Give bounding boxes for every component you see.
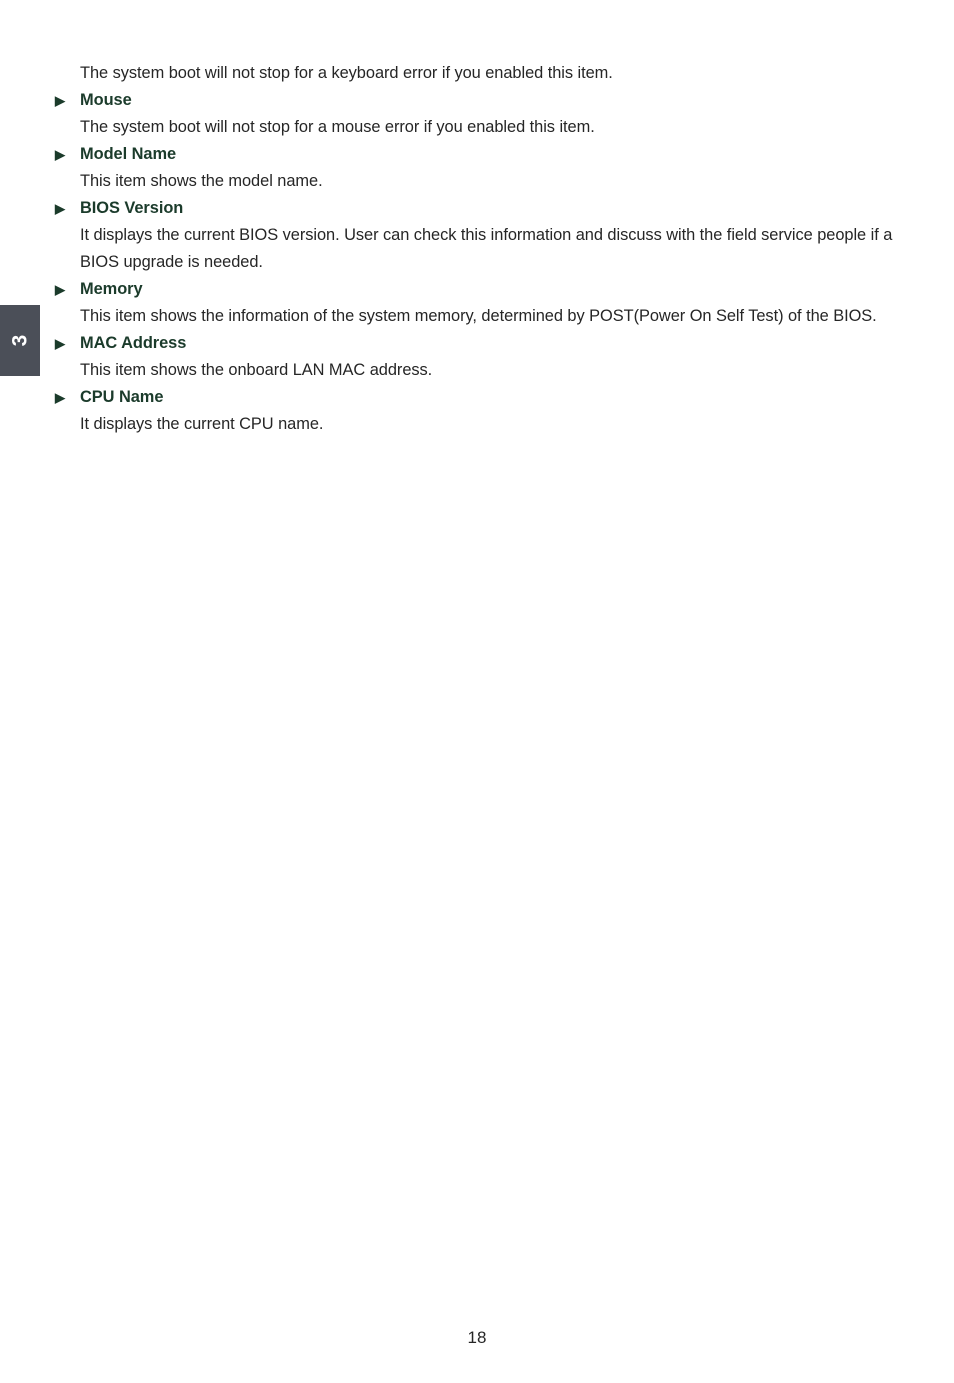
chapter-tab-number: 3: [8, 334, 32, 347]
item-heading-label: BIOS Version: [80, 199, 184, 217]
item-description: It displays the current BIOS version. Us…: [80, 226, 893, 271]
item-heading: ▶ Mouse: [55, 87, 895, 114]
triangle-right-icon: ▶: [55, 282, 65, 297]
chapter-tab: 3: [0, 305, 40, 376]
item-heading-label: Mouse: [80, 91, 132, 109]
item-heading: ▶ Model Name: [55, 141, 895, 168]
item-description: This item shows the information of the s…: [80, 307, 877, 325]
triangle-right-icon: ▶: [55, 336, 65, 351]
item-description: This item shows the onboard LAN MAC addr…: [80, 361, 433, 379]
item-heading: ▶ BIOS Version: [55, 195, 895, 222]
item-description: The system boot will not stop for a keyb…: [80, 64, 613, 82]
page-number: 18: [467, 1328, 487, 1347]
item-heading: ▶ Memory: [55, 276, 895, 303]
page-content: The system boot will not stop for a keyb…: [55, 60, 895, 438]
item-heading-label: MAC Address: [80, 334, 187, 352]
triangle-right-icon: ▶: [55, 93, 65, 108]
item-description: This item shows the model name.: [80, 172, 323, 190]
triangle-right-icon: ▶: [55, 390, 65, 405]
triangle-right-icon: ▶: [55, 201, 65, 216]
item-heading: ▶ CPU Name: [55, 384, 895, 411]
item-heading-label: Memory: [80, 280, 143, 298]
item-description: The system boot will not stop for a mous…: [80, 118, 595, 136]
item-description: It displays the current CPU name.: [80, 415, 324, 433]
item-heading-label: Model Name: [80, 145, 177, 163]
item-heading: ▶ MAC Address: [55, 330, 895, 357]
triangle-right-icon: ▶: [55, 147, 65, 162]
item-heading-label: CPU Name: [80, 388, 164, 406]
